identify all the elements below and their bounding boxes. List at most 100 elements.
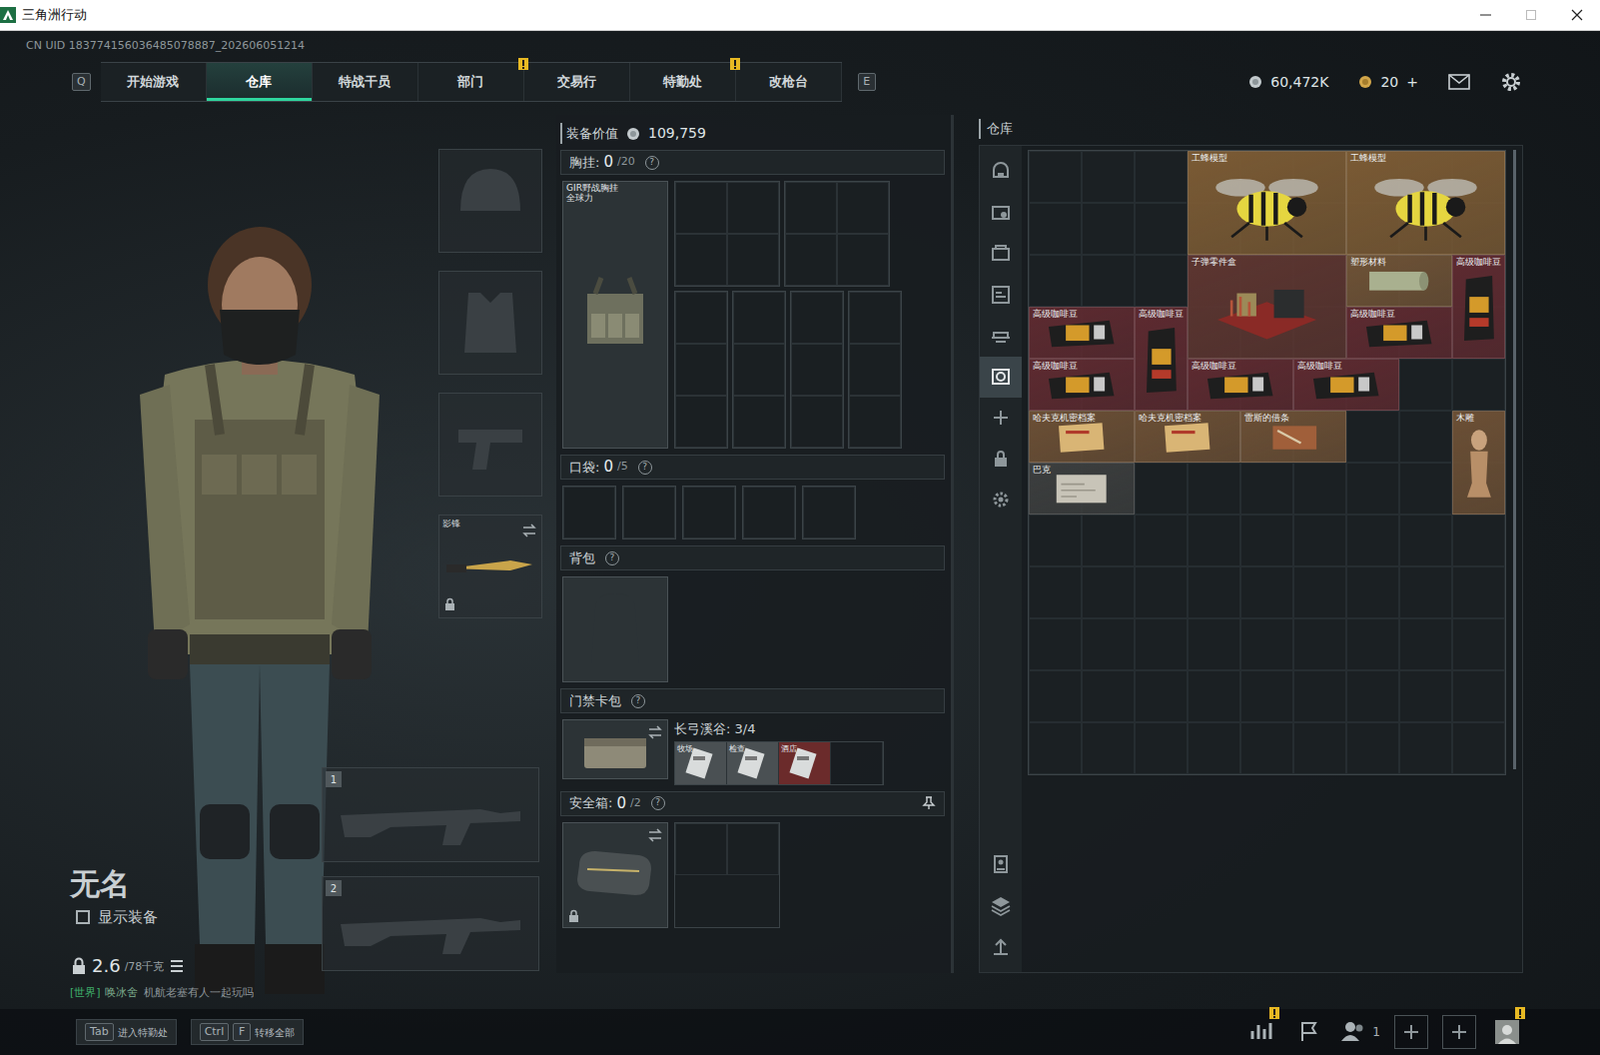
shortcut-label[interactable]: 转移全部 <box>254 1024 295 1040</box>
stash-cell[interactable] <box>1081 618 1135 671</box>
stash-cell[interactable] <box>1452 670 1506 723</box>
nav-tab-label[interactable]: 开始游戏 <box>126 71 179 92</box>
grid-cell[interactable] <box>733 395 786 448</box>
shortcut-hint[interactable]: Tab进入特勤处 <box>75 1018 177 1046</box>
stash-cell[interactable] <box>1134 254 1188 307</box>
stash-cell[interactable] <box>1399 670 1453 723</box>
grid-cell[interactable] <box>791 395 843 448</box>
equipment-slot[interactable] <box>438 270 543 375</box>
safe-box[interactable] <box>562 821 669 928</box>
stash-item[interactable]: 高级咖啡豆 <box>1452 254 1506 359</box>
nav-tab-label[interactable]: 改枪台 <box>769 71 808 92</box>
nav-tab[interactable]: 特勤处 <box>630 62 737 101</box>
help-button[interactable]: ? <box>605 551 620 566</box>
stash-cell[interactable] <box>1187 514 1241 567</box>
add-currency-button[interactable]: + <box>1406 71 1419 93</box>
keycard-slot[interactable]: 检查… <box>727 742 780 785</box>
stash-item[interactable]: 高级咖啡豆 <box>1187 358 1294 411</box>
stash-cell[interactable] <box>1240 722 1294 775</box>
stash-cell[interactable] <box>1346 670 1400 723</box>
prev-tab-key[interactable]: Q <box>71 72 91 92</box>
stash-cell[interactable] <box>1134 514 1188 567</box>
stash-item[interactable]: 子弹零件盒 <box>1187 254 1347 359</box>
equipment-slot[interactable]: 影锋 <box>438 514 543 619</box>
help-button[interactable]: ? <box>638 460 653 475</box>
rig-item[interactable]: GIR野战胸挂全球力 <box>562 180 669 449</box>
keycard-slot[interactable]: 酒店… <box>779 742 831 785</box>
stash-cell[interactable] <box>1452 618 1506 671</box>
grid-cell[interactable] <box>623 486 676 539</box>
stash-cell[interactable] <box>1187 462 1241 515</box>
stash-item[interactable]: 高级咖啡豆 <box>1293 358 1400 411</box>
keycard-slot[interactable]: 牧场… <box>675 742 728 785</box>
weapon-slot[interactable]: 2 <box>321 875 540 971</box>
stash-cell[interactable] <box>1293 722 1347 775</box>
stash-cell[interactable] <box>1081 514 1135 567</box>
stash-cell[interactable] <box>1399 618 1453 671</box>
grid-cell[interactable] <box>675 233 728 286</box>
stash-cell[interactable] <box>1134 722 1188 775</box>
help-button[interactable]: ? <box>651 796 666 810</box>
grid-cell[interactable] <box>675 822 728 875</box>
stash-cell[interactable] <box>1134 566 1188 619</box>
nav-tab-label[interactable]: 交易行 <box>557 71 597 92</box>
stash-cell[interactable] <box>1081 254 1135 307</box>
stash-cell[interactable] <box>1081 150 1135 203</box>
grid-cell[interactable] <box>727 181 780 234</box>
stash-category-tab[interactable] <box>979 397 1022 439</box>
stash-category-tab[interactable] <box>979 233 1022 275</box>
weapon-slot[interactable]: 1 <box>321 767 540 862</box>
stash-cell[interactable] <box>1081 202 1135 255</box>
grid-cell[interactable] <box>675 395 728 448</box>
stash-cell[interactable] <box>1399 410 1453 463</box>
stash-cell[interactable] <box>1240 514 1294 567</box>
stash-category-tab[interactable] <box>979 151 1022 193</box>
stash-item[interactable]: 工蜂模型 <box>1187 150 1347 255</box>
stash-cell[interactable] <box>1187 618 1241 671</box>
grid-cell[interactable] <box>848 343 901 396</box>
stash-cell[interactable] <box>1346 618 1400 671</box>
stash-item[interactable]: 高级咖啡豆 <box>1346 306 1453 359</box>
stash-category-tab[interactable] <box>979 924 1022 966</box>
grid-cell[interactable] <box>743 486 796 539</box>
nav-tab[interactable]: 特战干员 <box>312 62 419 101</box>
stash-cell[interactable] <box>1452 566 1506 619</box>
stash-category-tab[interactable] <box>979 356 1022 398</box>
grid-cell[interactable] <box>785 233 837 286</box>
stash-item[interactable]: 木雕 <box>1452 410 1506 515</box>
grid-cell[interactable] <box>836 233 889 286</box>
grid-cell[interactable] <box>563 486 616 539</box>
grid-cell[interactable] <box>733 291 786 344</box>
grid-cell[interactable] <box>675 181 728 234</box>
stash-category-tab[interactable] <box>979 438 1022 480</box>
stash-cell[interactable] <box>1240 670 1294 723</box>
flag-button[interactable] <box>1292 1014 1327 1049</box>
show-gear-toggle[interactable]: 显示装备 <box>75 905 322 929</box>
stash-cell[interactable] <box>1346 462 1400 515</box>
stash-cell[interactable] <box>1187 566 1241 619</box>
slot-button[interactable] <box>1442 1014 1477 1049</box>
backpack-slot[interactable] <box>562 576 669 683</box>
nav-tab[interactable]: 交易行 <box>524 62 631 101</box>
stash-cell[interactable] <box>1134 462 1188 515</box>
keycard-bag[interactable] <box>562 719 669 780</box>
stash-cell[interactable] <box>1081 670 1135 723</box>
show-gear-checkbox[interactable] <box>75 909 90 924</box>
stash-cell[interactable] <box>1293 670 1347 723</box>
stash-item[interactable]: 高级咖啡豆 <box>1134 306 1188 411</box>
keycard-slot[interactable] <box>830 742 883 785</box>
stash-category-tab[interactable] <box>979 192 1022 234</box>
stash-cell[interactable] <box>1240 566 1294 619</box>
nav-tab-label[interactable]: 特勤处 <box>663 71 703 92</box>
stash-cell[interactable] <box>1028 566 1082 619</box>
stash-cell[interactable] <box>1399 514 1453 567</box>
stash-category-tab[interactable] <box>979 842 1022 884</box>
grid-cell[interactable] <box>733 343 786 396</box>
stash-cell[interactable] <box>1293 618 1347 671</box>
nav-tab-label[interactable]: 仓库 <box>245 71 272 92</box>
nav-tab[interactable]: 开始游戏 <box>100 62 207 101</box>
stash-item[interactable]: 工蜂模型 <box>1346 150 1506 255</box>
stash-cell[interactable] <box>1346 566 1400 619</box>
stash-item[interactable]: 哈夫克机密档案 <box>1134 410 1241 463</box>
stash-cell[interactable] <box>1399 462 1453 515</box>
